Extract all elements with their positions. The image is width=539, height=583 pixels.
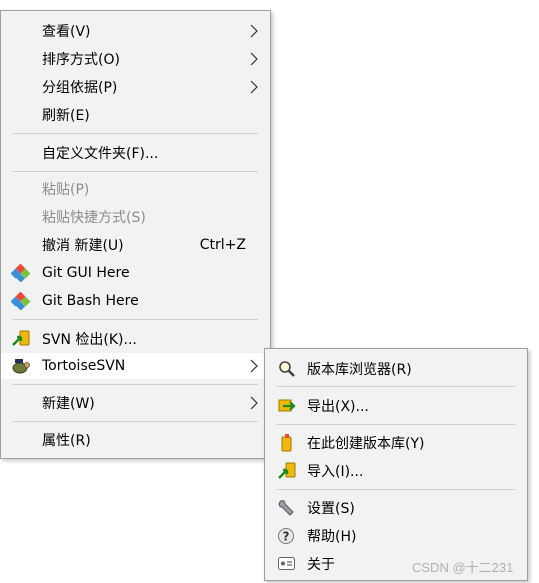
chevron-right-icon — [250, 396, 258, 410]
submenu-item-settings[interactable]: 设置(S) — [265, 495, 527, 521]
git-diamond-icon — [11, 292, 31, 310]
help-icon: ? — [278, 528, 294, 544]
menu-item-label: 设置(S) — [307, 501, 355, 517]
menu-separator — [13, 319, 258, 320]
menu-item-label: 导入(I)... — [307, 464, 364, 480]
menu-item-new[interactable]: 新建(W) — [1, 390, 270, 416]
chevron-right-icon — [250, 359, 258, 373]
menu-separator — [13, 421, 258, 422]
context-menu: 查看(V) 排序方式(O) 分组依据(P) 刷新(E) 自定义文件夹(F)...… — [0, 10, 271, 459]
menu-item-label: 新建(W) — [42, 396, 95, 412]
menu-separator — [277, 424, 515, 425]
svn-checkout-icon — [12, 330, 30, 346]
chevron-right-icon — [250, 52, 258, 66]
export-icon — [278, 399, 296, 412]
watermark: CSDN @十二231 — [412, 560, 514, 575]
menu-item-customize-folder[interactable]: 自定义文件夹(F)... — [1, 140, 270, 166]
menu-item-label: 排序方式(O) — [42, 52, 120, 68]
menu-item-label: 帮助(H) — [307, 529, 357, 545]
menu-item-label: 版本库浏览器(R) — [307, 362, 412, 378]
menu-item-label: 分组依据(P) — [42, 80, 118, 96]
menu-item-sort-by[interactable]: 排序方式(O) — [1, 46, 270, 72]
menu-item-undo-new[interactable]: 撤消 新建(U) Ctrl+Z — [1, 232, 270, 258]
menu-item-label: 粘贴快捷方式(S) — [42, 210, 146, 226]
menu-item-label: 粘贴(P) — [42, 182, 90, 198]
menu-separator — [277, 386, 515, 387]
settings-wrench-icon — [278, 500, 294, 516]
menu-item-label: Git GUI Here — [42, 265, 130, 281]
submenu-item-repo-browser[interactable]: 版本库浏览器(R) — [265, 356, 527, 382]
menu-item-refresh[interactable]: 刷新(E) — [1, 102, 270, 128]
tortoise-svn-icon — [12, 359, 30, 374]
menu-item-paste: 粘贴(P) — [1, 176, 270, 202]
submenu-item-import[interactable]: 导入(I)... — [265, 458, 527, 484]
chevron-right-icon — [250, 24, 258, 38]
svg-text:?: ? — [283, 530, 290, 544]
menu-item-label: Git Bash Here — [42, 293, 139, 309]
menu-item-label: TortoiseSVN — [42, 358, 126, 374]
menu-item-label: 在此创建版本库(Y) — [307, 436, 425, 452]
menu-item-paste-shortcut: 粘贴快捷方式(S) — [1, 204, 270, 230]
menu-separator — [13, 133, 258, 134]
menu-item-label: 查看(V) — [42, 24, 91, 40]
menu-item-label: 属性(R) — [42, 433, 91, 449]
chevron-right-icon — [250, 80, 258, 94]
menu-item-git-gui[interactable]: Git GUI Here — [1, 260, 270, 286]
import-icon — [278, 462, 296, 479]
submenu-item-export[interactable]: 导出(X)... — [265, 393, 527, 419]
menu-item-view[interactable]: 查看(V) — [1, 18, 270, 44]
menu-item-tortoisesvn[interactable]: TortoiseSVN — [1, 353, 270, 379]
submenu-item-help[interactable]: ? 帮助(H) — [265, 523, 527, 549]
menu-item-label: 关于 — [307, 557, 335, 573]
about-icon — [278, 557, 295, 570]
menu-item-label: 刷新(E) — [42, 108, 90, 124]
tortoisesvn-submenu: 版本库浏览器(R) 导出(X)... 在此创建版本库(Y) 导入(I)... 设… — [264, 348, 528, 581]
menu-item-properties[interactable]: 属性(R) — [1, 427, 270, 453]
menu-item-group-by[interactable]: 分组依据(P) — [1, 74, 270, 100]
menu-separator — [277, 489, 515, 490]
menu-separator — [13, 171, 258, 172]
menu-item-label: 自定义文件夹(F)... — [42, 146, 159, 162]
menu-item-label: SVN 检出(K)... — [42, 332, 137, 348]
create-repo-icon — [281, 434, 292, 452]
git-diamond-icon — [11, 264, 31, 282]
submenu-item-create-repo[interactable]: 在此创建版本库(Y) — [265, 430, 527, 456]
menu-item-label: 撤消 新建(U) — [42, 238, 124, 254]
repo-browser-icon — [279, 361, 295, 377]
menu-separator — [13, 384, 258, 385]
menu-item-label: 导出(X)... — [307, 399, 369, 415]
menu-item-svn-checkout[interactable]: SVN 检出(K)... — [1, 326, 270, 352]
menu-item-shortcut: Ctrl+Z — [199, 237, 246, 253]
menu-item-git-bash[interactable]: Git Bash Here — [1, 288, 270, 314]
